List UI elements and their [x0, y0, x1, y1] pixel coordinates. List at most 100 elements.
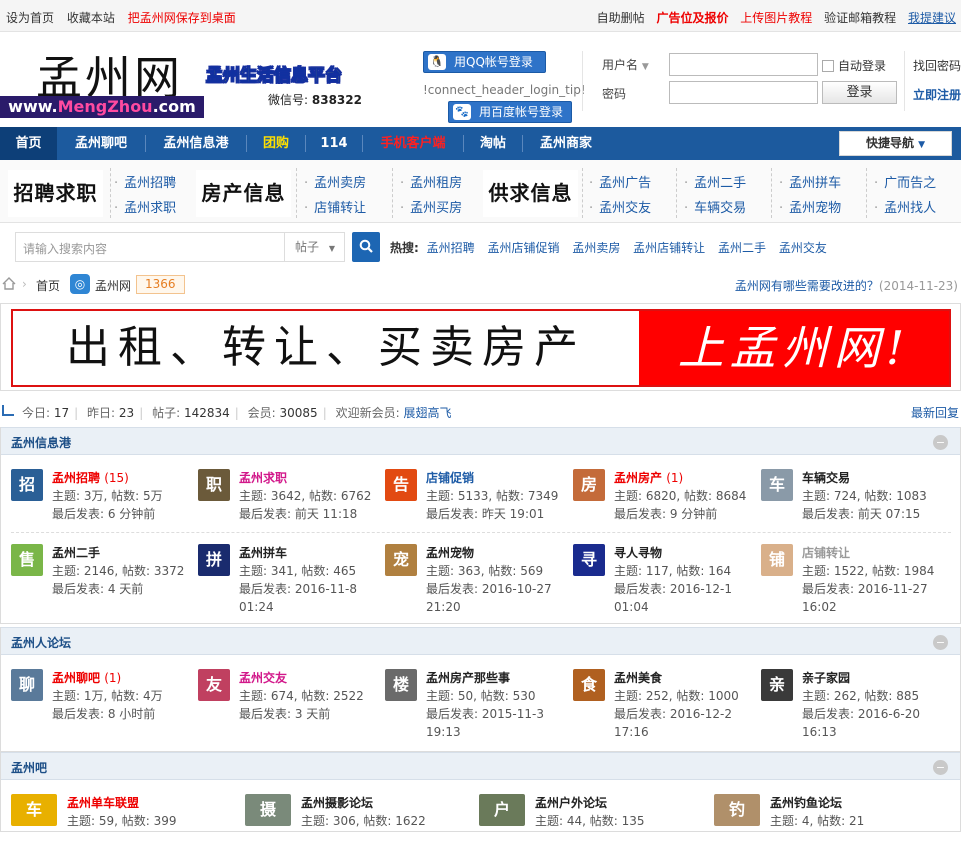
forum-last-post[interactable]: 最后发表: 2016-12-1 01:04 [614, 580, 764, 616]
forum-name-link[interactable]: 寻人寻物 [614, 544, 662, 561]
forum-thumbnail-icon[interactable]: 友 [198, 669, 230, 701]
forum-name-link[interactable]: 孟州宠物 [426, 544, 474, 561]
nav-merchants[interactable]: 孟州商家 [523, 127, 609, 160]
cat-link-carpool[interactable]: 孟州拼车 [779, 172, 841, 191]
hot-search-link[interactable]: 孟州店铺促销 [487, 241, 559, 255]
forum-thumbnail-icon[interactable]: 车 [761, 469, 793, 501]
category-property-image[interactable]: 房产信息 [196, 170, 291, 217]
section-title[interactable]: 孟州信息港 [11, 434, 71, 451]
cat-link-buy-house[interactable]: 孟州买房 [400, 197, 462, 216]
forum-name-link[interactable]: 孟州聊吧 (1) [52, 669, 121, 686]
forum-thumbnail-icon[interactable]: 户 [479, 794, 525, 826]
section-title[interactable]: 孟州吧 [11, 759, 47, 776]
cat-link-rent[interactable]: 孟州租房 [400, 172, 462, 191]
hot-search-link[interactable]: 孟州店铺转让 [633, 241, 705, 255]
bookmark-link[interactable]: 收藏本站 [67, 11, 115, 25]
forum-last-post[interactable]: 最后发表: 2016-11-27 16:02 [802, 580, 952, 616]
nav-chat[interactable]: 孟州聊吧 [57, 127, 145, 160]
forum-name-link[interactable]: 亲子家园 [802, 669, 850, 686]
forum-last-post[interactable]: 最后发表: 昨天 19:01 [426, 505, 576, 523]
nav-home[interactable]: 首页 [0, 127, 57, 160]
forum-name-link[interactable]: 店铺促销 [426, 469, 474, 486]
forum-last-post[interactable]: 最后发表: 2016-11-8 01:24 [239, 580, 389, 616]
forum-last-post[interactable]: 最后发表: 4 天前 [52, 580, 202, 598]
forum-thumbnail-icon[interactable]: 告 [385, 469, 417, 501]
forum-name-link[interactable]: 孟州房产 (1) [614, 469, 683, 486]
nav-info[interactable]: 孟州信息港 [146, 127, 246, 160]
forum-name-link[interactable]: 孟州钓鱼论坛 [770, 794, 842, 811]
cat-link-sell-house[interactable]: 孟州卖房 [304, 172, 366, 191]
forum-name-link[interactable]: 孟州房产那些事 [426, 669, 510, 686]
forum-name-link[interactable]: 孟州二手 [52, 544, 100, 561]
forum-last-post[interactable]: 最后发表: 2015-11-3 19:13 [426, 705, 576, 741]
find-password-link[interactable]: 找回密码 [913, 57, 961, 74]
collapse-icon[interactable]: − [933, 760, 948, 775]
forum-last-post[interactable]: 最后发表: 前天 07:15 [802, 505, 952, 523]
cat-link-seeking[interactable]: 孟州求职 [114, 197, 176, 216]
search-input[interactable]: 请输入搜索内容 帖子 ▼ [15, 232, 345, 262]
register-link[interactable]: 立即注册 [913, 86, 961, 103]
cat-link-find-people[interactable]: 孟州找人 [874, 197, 936, 216]
collapse-icon[interactable]: − [933, 435, 948, 450]
forum-last-post[interactable]: 最后发表: 2016-12-2 17:16 [614, 705, 764, 741]
newest-member-link[interactable]: 展翅高飞 [403, 406, 451, 420]
password-input[interactable] [669, 81, 818, 104]
forum-last-post[interactable]: 最后发表: 2016-10-27 21:20 [426, 580, 576, 616]
forum-thumbnail-icon[interactable]: 摄 [245, 794, 291, 826]
cat-link-second-hand[interactable]: 孟州二手 [684, 172, 746, 191]
qq-login-button[interactable]: 🐧 用QQ帐号登录 [423, 51, 546, 73]
latest-replies-link[interactable]: 最新回复 [911, 404, 959, 421]
cat-link-announce[interactable]: 广而告之 [874, 172, 936, 191]
forum-name-link[interactable]: 孟州户外论坛 [535, 794, 607, 811]
forum-name-link[interactable]: 孟州单车联盟 [67, 794, 139, 811]
section-title[interactable]: 孟州人论坛 [11, 634, 71, 651]
nav-groupbuy[interactable]: 团购 [247, 127, 305, 160]
set-homepage-link[interactable]: 设为首页 [6, 11, 54, 25]
login-button[interactable]: 登录 [822, 81, 897, 104]
forum-thumbnail-icon[interactable]: 楼 [385, 669, 417, 701]
search-type-select[interactable]: 帖子 ▼ [284, 233, 346, 261]
cat-link-pets[interactable]: 孟州宠物 [779, 197, 841, 216]
cat-link-shop-transfer[interactable]: 店铺转让 [304, 197, 366, 216]
forum-thumbnail-icon[interactable]: 职 [198, 469, 230, 501]
username-input[interactable] [669, 53, 818, 76]
breadcrumb-site[interactable]: 孟州网 [95, 277, 131, 294]
cat-link-ads[interactable]: 孟州广告 [589, 172, 651, 191]
forum-thumbnail-icon[interactable]: 房 [573, 469, 605, 501]
self-delete-link[interactable]: 自助删帖 [597, 11, 645, 25]
forum-thumbnail-icon[interactable]: 铺 [761, 544, 793, 576]
forum-thumbnail-icon[interactable]: 宠 [385, 544, 417, 576]
forum-thumbnail-icon[interactable]: 车 [11, 794, 57, 826]
notice-link[interactable]: 孟州网有哪些需要改进的？(2014-11-23) [735, 277, 958, 294]
collapse-icon[interactable]: − [933, 635, 948, 650]
category-supply-image[interactable]: 供求信息 [483, 170, 578, 217]
forum-last-post[interactable]: 最后发表: 3 天前 [239, 705, 389, 723]
forum-last-post[interactable]: 最后发表: 前天 11:18 [239, 505, 389, 523]
forum-name-link[interactable]: 孟州美食 [614, 669, 662, 686]
forum-thumbnail-icon[interactable]: 聊 [11, 669, 43, 701]
baidu-login-button[interactable]: 🐾 用百度帐号登录 [448, 101, 572, 123]
cat-link-vehicles[interactable]: 车辆交易 [684, 197, 746, 216]
ad-price-link[interactable]: 广告位及报价 [656, 11, 728, 25]
forum-last-post[interactable]: 最后发表: 2016-6-20 16:13 [802, 705, 952, 741]
forum-name-link[interactable]: 孟州招聘 (15) [52, 469, 129, 486]
forum-thumbnail-icon[interactable]: 拼 [198, 544, 230, 576]
forum-name-link[interactable]: 车辆交易 [802, 469, 850, 486]
username-label[interactable]: 用户名 ▼ [602, 56, 649, 73]
suggestion-link[interactable]: 我提建议 [908, 11, 956, 25]
hot-search-link[interactable]: 孟州卖房 [572, 241, 620, 255]
hot-search-link[interactable]: 孟州交友 [779, 241, 827, 255]
forum-thumbnail-icon[interactable]: 寻 [573, 544, 605, 576]
forum-thumbnail-icon[interactable]: 招 [11, 469, 43, 501]
hot-search-link[interactable]: 孟州二手 [718, 241, 766, 255]
forum-name-link[interactable]: 店铺转让 [802, 544, 850, 561]
forum-last-post[interactable]: 最后发表: 8 小时前 [52, 705, 202, 723]
category-jobs-image[interactable]: 招聘求职 [8, 170, 103, 217]
forum-name-link[interactable]: 孟州求职 [239, 469, 287, 486]
quick-nav-dropdown[interactable]: 快捷导航 ▼ [839, 131, 952, 156]
home-icon[interactable] [2, 277, 16, 290]
nav-mobile-client[interactable]: 手机客户端 [363, 127, 463, 160]
nav-114[interactable]: 114 [306, 127, 362, 160]
forum-last-post[interactable]: 最后发表: 9 分钟前 [614, 505, 764, 523]
cat-link-dating[interactable]: 孟州交友 [589, 197, 651, 216]
